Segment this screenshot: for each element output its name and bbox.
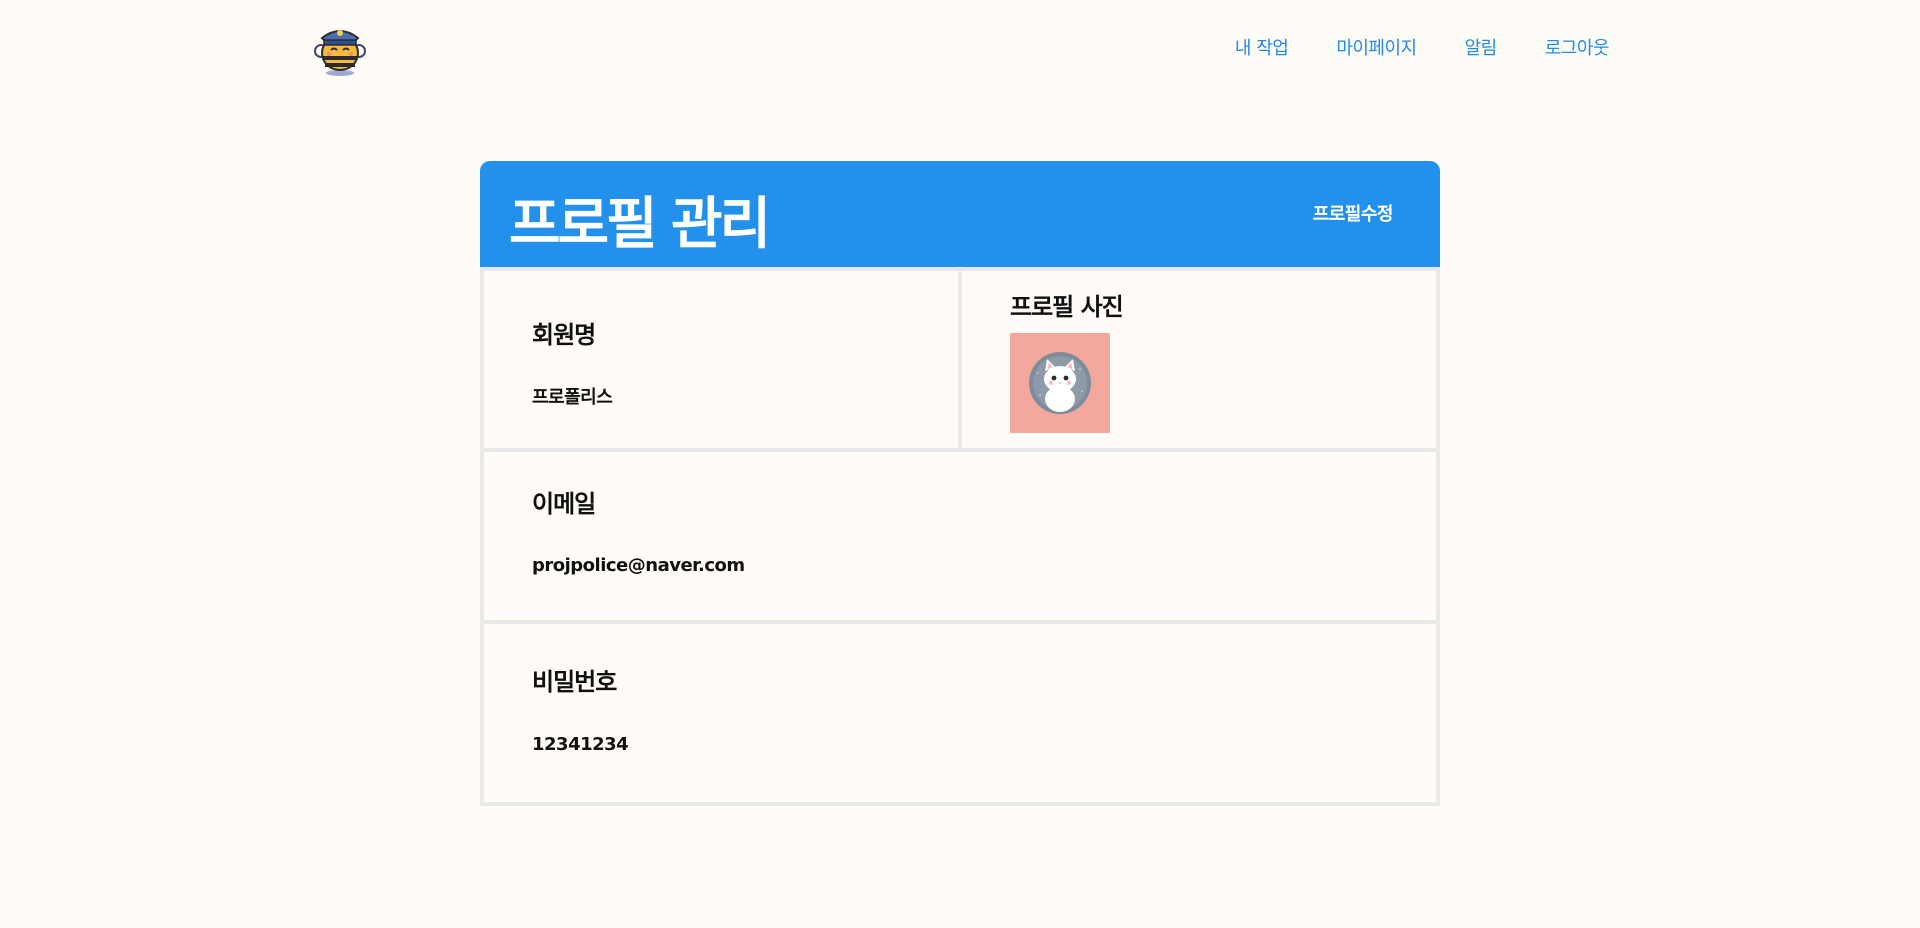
profile-row-password: 비밀번호 12341234	[484, 624, 1436, 802]
police-bee-logo-icon[interactable]	[310, 18, 370, 78]
nav-mypage-link[interactable]: 마이페이지	[1336, 34, 1417, 60]
top-navigation-bar: 내 작업 마이페이지 알림 로그아웃	[0, 0, 1920, 96]
email-value: projpolice@naver.com	[532, 555, 745, 576]
password-value: 12341234	[532, 734, 629, 755]
white-cat-avatar-icon	[1029, 352, 1091, 414]
profile-card-body: 회원명 프로폴리스 프로필 사진 이메일 projpolice@naver.co…	[480, 267, 1440, 806]
member-name-cell: 회원명 프로폴리스	[484, 271, 958, 448]
profile-photo-cell: 프로필 사진	[962, 271, 1436, 448]
member-name-label: 회원명	[532, 321, 596, 349]
edit-profile-button[interactable]: 프로필수정	[1313, 200, 1394, 226]
email-label: 이메일	[532, 490, 596, 518]
nav-my-work-link[interactable]: 내 작업	[1235, 34, 1289, 60]
profile-photo-label: 프로필 사진	[1010, 293, 1124, 321]
nav-logout-link[interactable]: 로그아웃	[1545, 34, 1610, 60]
nav-notifications-link[interactable]: 알림	[1465, 34, 1498, 60]
profile-row-name-photo: 회원명 프로폴리스 프로필 사진	[484, 271, 1436, 448]
profile-card-header: 프로필 관리 프로필수정	[480, 161, 1440, 267]
page-title: 프로필 관리	[509, 192, 771, 257]
profile-row-email: 이메일 projpolice@naver.com	[484, 452, 1436, 620]
member-name-value: 프로폴리스	[532, 387, 613, 408]
email-cell: 이메일 projpolice@naver.com	[484, 452, 1436, 620]
profile-photo	[1010, 333, 1110, 433]
profile-card: 프로필 관리 프로필수정 회원명 프로폴리스 프로필 사진 이메일 projpo…	[480, 161, 1440, 806]
password-label: 비밀번호	[532, 668, 617, 696]
password-cell: 비밀번호 12341234	[484, 624, 1436, 802]
main-nav: 내 작업 마이페이지 알림 로그아웃	[1235, 34, 1610, 60]
